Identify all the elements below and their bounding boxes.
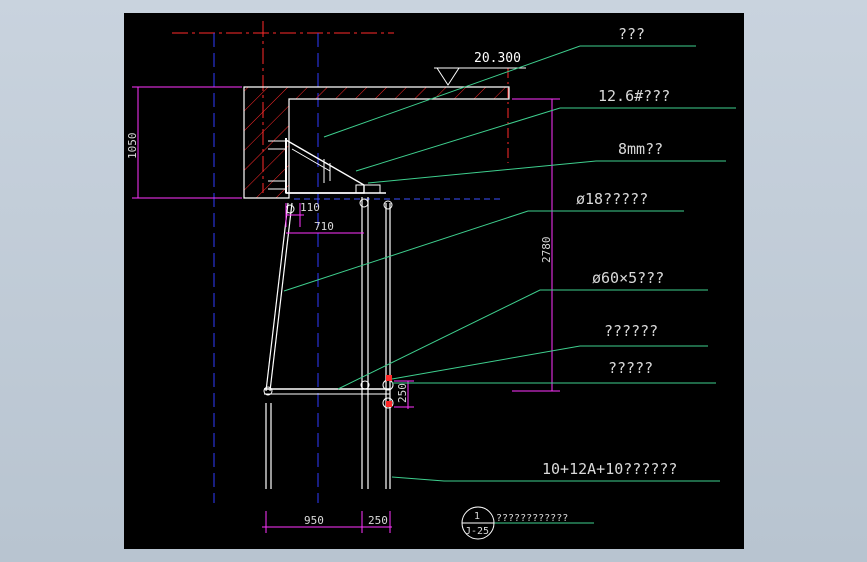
elevation-value: 20.300 [474, 51, 521, 66]
dimension-bracket-small: 110 [300, 201, 320, 214]
cad-drawing: 20.300 1050 2780 110 710 250 950 250 ???… [126, 21, 736, 540]
dimension-bracket-width: 710 [314, 220, 334, 233]
dimension-bottom-left: 950 [304, 514, 324, 527]
dimension-lines [132, 86, 560, 533]
callout-label: ø18????? [576, 190, 648, 208]
drawing-canvas[interactable]: 20.300 1050 2780 110 710 250 950 250 ???… [124, 13, 744, 549]
leader-lines [283, 45, 736, 524]
callout-labels: ??? 12.6#??? 8mm?? ø18????? ø60×5??? ???… [542, 25, 677, 478]
detail-number: 1 [474, 511, 480, 522]
detail-title: ???????????? [496, 513, 568, 524]
curtain-wall-frame [263, 197, 394, 489]
dimension-spacing-small: 250 [396, 383, 409, 403]
glazing-clips [386, 375, 392, 407]
callout-label: 12.6#??? [598, 87, 670, 105]
detail-sheet: J-25 [465, 526, 489, 537]
dimension-texts: 1050 2780 110 710 250 950 250 [126, 133, 553, 528]
dimension-height-right: 2780 [540, 237, 553, 264]
cad-viewer: 20.300 1050 2780 110 710 250 950 250 ???… [0, 0, 867, 562]
dimension-height-left: 1050 [126, 133, 139, 160]
detail-tag: 1 J-25 ???????????? [461, 506, 568, 540]
callout-label: ????? [608, 359, 653, 377]
elevation-triangle-icon [436, 67, 460, 86]
callout-label: ø60×5??? [592, 269, 664, 287]
callout-label: ?????? [604, 322, 658, 340]
elevation-mark: 20.300 [434, 51, 526, 86]
dimension-bottom-right: 250 [368, 514, 388, 527]
callout-label: 10+12A+10?????? [542, 460, 677, 478]
callout-label: 8mm?? [618, 140, 663, 158]
callout-label: ??? [618, 25, 645, 43]
